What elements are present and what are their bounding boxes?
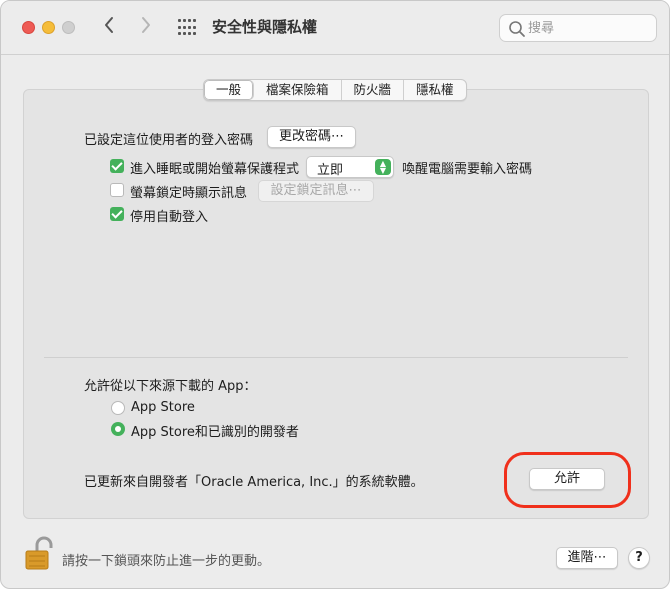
- show-all-grid-icon[interactable]: [178, 19, 196, 37]
- lock-hint-label: 請按一下鎖頭來防止進一步的更動。: [62, 554, 271, 569]
- annotation-highlight-circle: [504, 452, 631, 508]
- show-message-checkbox[interactable]: [110, 183, 124, 197]
- section-divider: [44, 357, 628, 358]
- chevron-right-icon: [142, 17, 150, 33]
- search-icon: [509, 21, 525, 37]
- minimize-window-button[interactable]: [42, 21, 55, 34]
- tab-privacy[interactable]: 隱私權: [404, 80, 466, 100]
- close-window-button[interactable]: [22, 21, 35, 34]
- zoom-window-button[interactable]: [62, 21, 75, 34]
- blocked-software-message: 已更新來自開發者「Oracle America, Inc.」的系統軟體。: [84, 475, 424, 490]
- chevron-left-icon: [105, 17, 113, 33]
- require-password-checkbox[interactable]: [110, 159, 124, 173]
- advanced-button[interactable]: 進階⋯: [556, 547, 618, 569]
- titlebar: 安全性與隱私權: [1, 1, 669, 55]
- password-status-label: 已設定這位使用者的登入密碼: [84, 133, 254, 148]
- require-password-suffix: 喚醒電腦需要輸入密碼: [402, 162, 533, 177]
- radio-app-store[interactable]: [111, 401, 125, 415]
- tab-firewall[interactable]: 防火牆: [342, 80, 405, 100]
- unlocked-padlock-icon[interactable]: [24, 536, 54, 572]
- downloads-heading: 允許從以下來源下載的 App：: [84, 379, 257, 394]
- radio-app-store-identified-label: App Store和已識別的開發者: [131, 425, 299, 440]
- show-message-label: 螢幕鎖定時顯示訊息: [130, 186, 248, 201]
- disable-autologin-checkbox[interactable]: [110, 207, 124, 221]
- change-password-button[interactable]: 更改密碼⋯: [267, 126, 356, 148]
- tab-general[interactable]: 一般: [204, 80, 255, 100]
- radio-app-store-label: App Store: [131, 400, 195, 415]
- tab-bar: 一般 檔案保險箱 防火牆 隱私權: [203, 79, 467, 101]
- chevron-updown-icon: ▲ ▼: [375, 159, 391, 175]
- disable-autologin-label: 停用自動登入: [130, 210, 209, 225]
- set-lock-message-button[interactable]: 設定鎖定訊息⋯: [258, 180, 374, 202]
- search-field[interactable]: [499, 14, 657, 42]
- window-title: 安全性與隱私權: [212, 18, 318, 36]
- password-delay-select[interactable]: 立即 ▲ ▼: [306, 156, 394, 178]
- help-button[interactable]: ?: [628, 547, 650, 569]
- search-input[interactable]: [528, 18, 648, 38]
- tab-filevault[interactable]: 檔案保險箱: [254, 80, 342, 100]
- forward-button[interactable]: [135, 15, 157, 41]
- password-delay-value: 立即: [317, 163, 344, 178]
- back-button[interactable]: [98, 15, 120, 41]
- radio-app-store-identified[interactable]: [111, 422, 125, 436]
- require-password-label: 進入睡眠或開始螢幕保護程式: [130, 162, 300, 177]
- security-privacy-window: 安全性與隱私權 一般 檔案保險箱 防火牆 隱私權 已設定這位使用者的登入密碼 更…: [0, 0, 670, 589]
